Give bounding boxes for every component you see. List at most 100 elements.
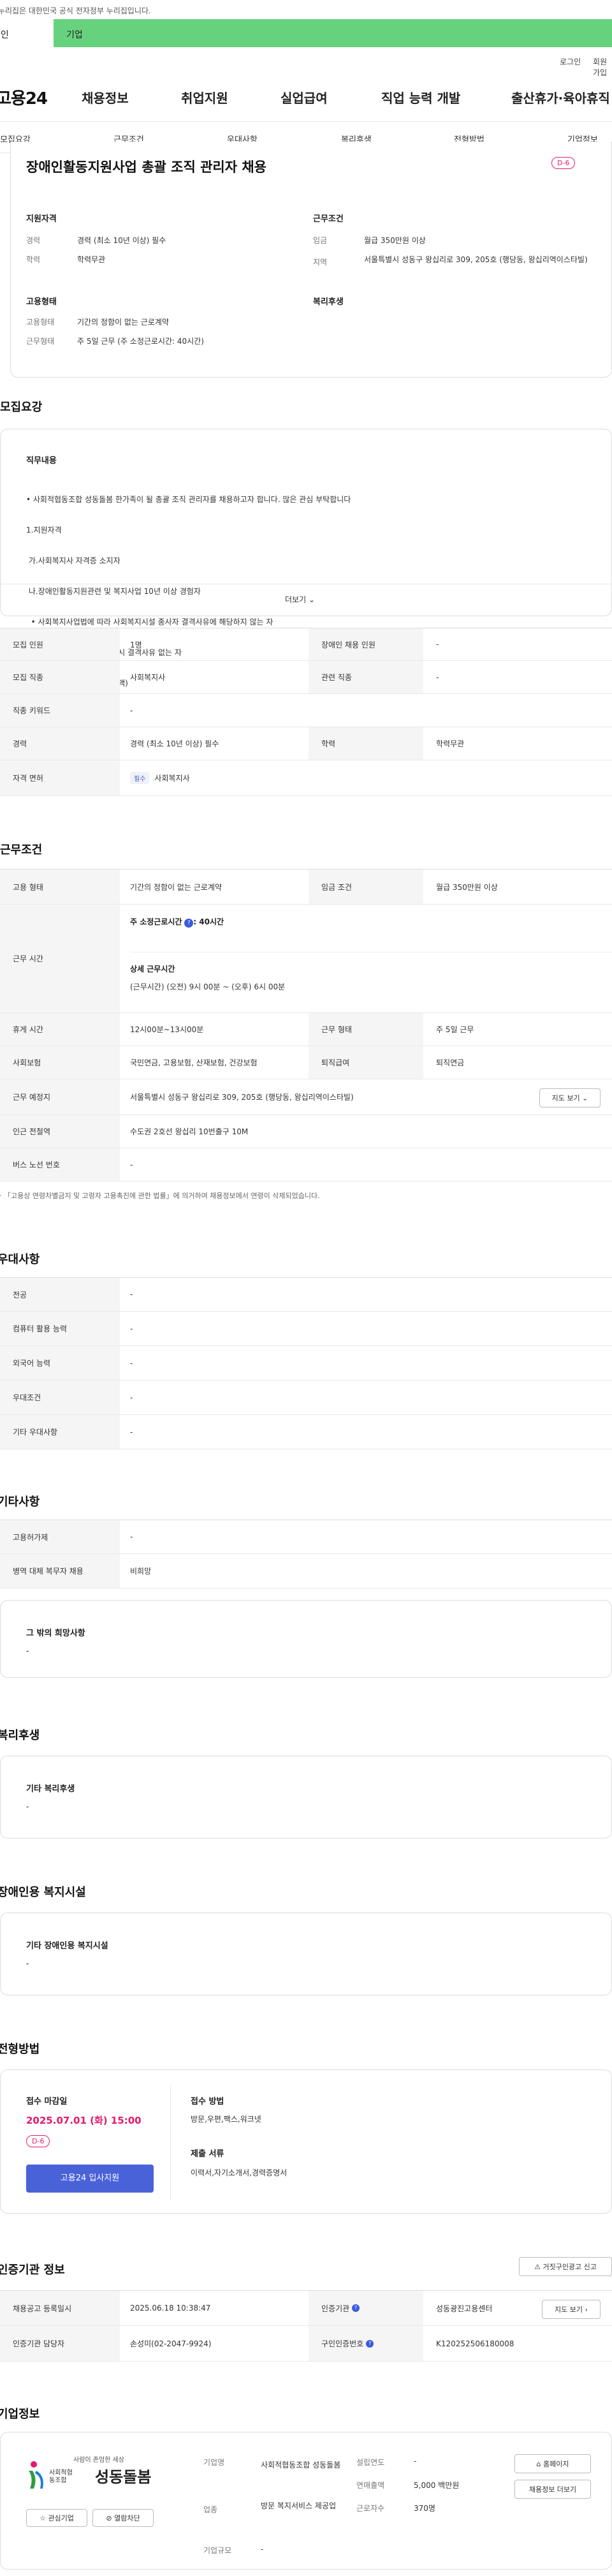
industry-label: 업종	[203, 2505, 218, 2514]
duty-line: 가.사회복지사 자격증 소지자	[26, 556, 120, 565]
apply-button[interactable]: 고용24 입사지원	[26, 2165, 154, 2193]
disabled-label: 장애인 채용 인원	[309, 628, 423, 660]
gnb-employment-support[interactable]: 취업지원	[181, 88, 228, 107]
map-button[interactable]: 지도 보기 ⌄	[539, 1088, 601, 1107]
job-label: 모집 직종	[0, 661, 120, 693]
info-row: 고용허가제 -	[0, 1520, 612, 1554]
block-icon: ⊘	[106, 2514, 112, 2522]
form-label: 근무 형태	[309, 1013, 423, 1046]
join-link[interactable]: 회원가입	[593, 56, 612, 78]
info-row: 채용공고 등록일시 2025.06.18 10:38:47 인증기관 ? 성동광…	[0, 2290, 612, 2326]
report-button-label: 거짓구인광고 신고	[543, 2263, 597, 2271]
computer-value: -	[130, 1324, 133, 1333]
info-row: 근무 예정지 서울특별시 성동구 왕십리로 309, 205호 (행당동, 왕십…	[0, 1079, 612, 1115]
sales-value: 5,000 백만원	[414, 2481, 460, 2490]
agency-map-label: 지도 보기	[555, 2306, 583, 2314]
gnb-unemployment-benefit[interactable]: 실업급여	[280, 88, 328, 107]
company-logo-main: 성동돌봄	[95, 2468, 152, 2486]
duty-card: 직무내용 • 사회적협동조합 성동돌봄 한가족이 될 총괄 조직 관리자를 채용…	[0, 429, 612, 749]
disabled-value: -	[436, 640, 439, 649]
info-icon[interactable]: ?	[352, 2304, 360, 2312]
form-value: 주 5일 근무	[436, 1025, 474, 1034]
wage-label: 임금	[313, 236, 328, 245]
more-button[interactable]: 더보기 ⌄	[285, 594, 315, 605]
docs-value: 이력서,자기소개서,경력증명서	[191, 2168, 288, 2177]
block-view-button[interactable]: ⊘ 열람차단	[92, 2509, 154, 2527]
home-icon: ⌂	[536, 2460, 541, 2468]
tab-person[interactable]: 개인	[0, 19, 54, 47]
emptype-value: 기간의 정함이 없는 근로계약	[77, 318, 169, 327]
headcount-value: 1명	[130, 640, 142, 649]
recruit-section-title: 모집요강	[0, 401, 43, 414]
career-value: 경력 (최소 10년 이상) 필수	[77, 236, 166, 245]
reg-value: 2025.06.18 10:38:47	[130, 2304, 211, 2313]
more-button-label: 더보기	[285, 595, 307, 604]
gov-notice-text: 이 누리집은 대한민국 공식 전자정부 누리집입니다.	[0, 6, 151, 15]
retire-value: 퇴직연금	[436, 1058, 465, 1067]
gnb-parental-leave[interactable]: 출산휴가·육아휴직	[511, 88, 610, 107]
inst-label: 인증기관	[321, 2304, 350, 2313]
process-section-title: 전형방법	[0, 2043, 40, 2056]
info-icon[interactable]: ?	[184, 919, 194, 928]
star-icon: ☆	[40, 2514, 46, 2522]
favorite-company-button[interactable]: ☆ 관심기업	[26, 2509, 87, 2527]
military-value: 비희망	[130, 1567, 152, 1576]
info-row: 모집 직종 사회복지사 관련 직종 -	[0, 661, 612, 694]
worktype-value: 주 5일 근무 (주 소정근로시간: 40시간)	[77, 337, 204, 346]
info-icon[interactable]: ?	[366, 2339, 374, 2348]
agency-map-button[interactable]: 지도 보기 ›	[542, 2300, 601, 2319]
process-dday-text: D-6	[26, 2135, 50, 2147]
tab-person-label: 개인	[0, 30, 9, 40]
region-value: 서울특별시 성동구 왕십리로 309, 205호 (행당동, 왕십리역이스타빌)	[364, 255, 588, 264]
info-row: 인증기관 담당자 손성미(02-2047-9924) 구인인증번호 ? K120…	[0, 2326, 612, 2362]
job-title: 장애인활동지원사업 총괄 조직 관리자 채용	[26, 159, 267, 175]
etc-section-title: 기타사항	[0, 1495, 40, 1509]
age-note: • 「고용상 연령차별금지 및 고령자 고용촉진에 관한 법률」에 의거하여 채…	[0, 1192, 320, 1200]
no-label-cell: 구인인증번호 ?	[309, 2326, 423, 2361]
industry-value: 방문 복지서비스 제공업	[261, 2501, 337, 2510]
info-row: 고용 형태 기간의 정함이 없는 근로계약 임금 조건 월급 350만원 이상	[0, 869, 612, 905]
bus-label: 버스 노선 번호	[0, 1148, 120, 1181]
founded-label: 설립연도	[356, 2458, 385, 2467]
duty-line: • 사회적협동조합 성동돌봄 한가족이 될 총괄 조직 관리자를 채용하고자 합…	[26, 495, 351, 504]
edu-row-label: 학력	[309, 727, 423, 760]
homepage-button[interactable]: ⌂ 홈페이지	[514, 2454, 591, 2473]
career-row-label: 경력	[0, 727, 120, 760]
other-wish-title: 그 밖의 희망사항	[26, 1629, 85, 1638]
report-button[interactable]: ⚠ 거짓구인광고 신고	[519, 2257, 612, 2276]
pref-etc-label: 기타 우대사항	[0, 1415, 120, 1449]
company-card: 사람이 존엄한 세상 사회적협동조합 성동돌봄 ☆ 관심기업 ⊘ 열람차단 기업…	[0, 2432, 612, 2570]
hours-std-label: 주 소정근로시간	[130, 917, 182, 926]
hours-label: 근무 시간	[0, 905, 120, 1012]
inst-value: 성동광진고용센터	[436, 2304, 493, 2313]
pref-cond-value: -	[130, 1393, 133, 1402]
gnb-job-training[interactable]: 직업 능력 개발	[381, 88, 460, 107]
tab-business[interactable]: 기업	[66, 28, 83, 41]
welfare-etc-value: -	[26, 1802, 29, 1811]
deadline-value: 2025.07.01 (화) 15:00	[26, 2115, 142, 2126]
duty-line: • 사회복지사업법에 따라 사회복지시설 종사자 결격사유에 해당하지 않는 자	[26, 618, 273, 626]
gnb-job-info[interactable]: 채용정보	[82, 88, 129, 107]
license-value-cell: 필수 사회복지사	[130, 760, 190, 796]
staff-value: 370명	[414, 2504, 435, 2513]
pref-section-title: 우대사항	[0, 1253, 40, 1266]
login-link[interactable]: 로그인	[560, 56, 581, 67]
keyword-label: 직종 키워드	[0, 694, 120, 727]
emptype-label: 고용형태	[26, 318, 55, 327]
info-row: 버스 노선 번호 -	[0, 1148, 612, 1181]
computer-label: 컴퓨터 활용 능력	[0, 1312, 120, 1345]
eps-label: 고용허가제	[0, 1520, 120, 1553]
license-value: 사회복지사	[154, 774, 190, 783]
info-row: 전공 -	[0, 1277, 612, 1312]
cond-title: 근무조건	[313, 214, 344, 224]
info-row: 병역 대체 복무자 채용 비희망	[0, 1554, 612, 1588]
emp-type-label: 고용 형태	[0, 870, 120, 904]
more-jobs-button[interactable]: 채용정보 더보기	[514, 2480, 591, 2499]
language-value: -	[130, 1358, 133, 1368]
pref-cond-label: 우대조건	[0, 1381, 120, 1414]
info-row: 근무 시간 주 소정근로시간 ?: 40시간 상세 근무시간 (근무시간) (오…	[0, 905, 612, 1013]
info-row: 모집 인원 1명 장애인 채용 인원 -	[0, 628, 612, 661]
info-row: 자격 면허 필수 사회복지사	[0, 760, 612, 796]
size-value: -	[261, 2545, 264, 2554]
wage-cond-value: 월급 350만원 이상	[436, 882, 498, 892]
